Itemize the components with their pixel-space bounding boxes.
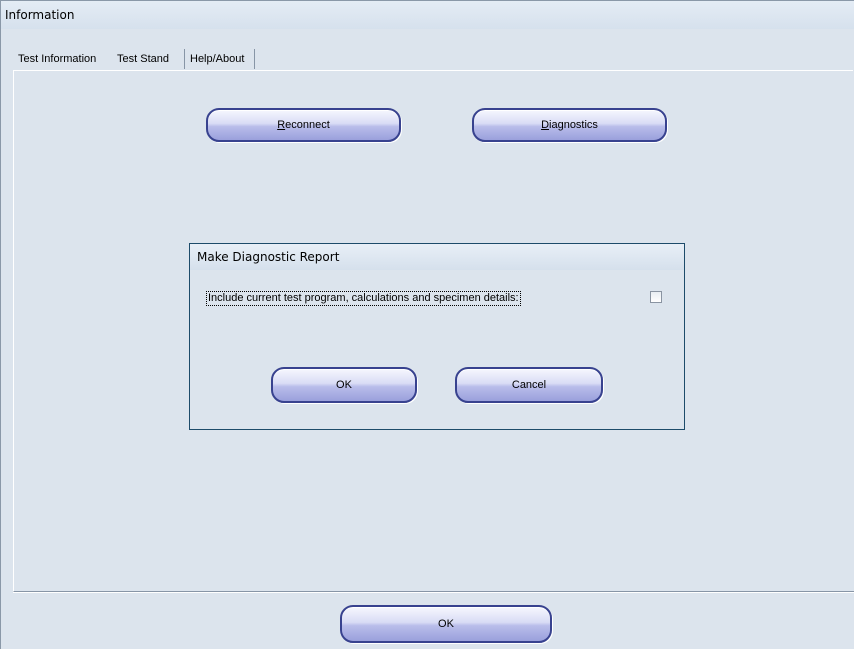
tab-help-about[interactable]: Help/About [185, 49, 255, 69]
diagnostics-button[interactable]: Diagnostics [472, 108, 667, 142]
tab-test-information[interactable]: Test Information [13, 49, 112, 69]
reconnect-mnemonic: R [277, 119, 286, 131]
make-diagnostic-report-dialog: Make Diagnostic Report Include current t… [189, 243, 685, 430]
tab-test-stand[interactable]: Test Stand [112, 49, 185, 69]
window-title: Information [1, 1, 854, 29]
diagnostics-label: iagnostics [549, 119, 598, 131]
dialog-ok-button[interactable]: OK [271, 367, 417, 403]
reconnect-button[interactable]: Reconnect [206, 108, 401, 142]
footer-ok-button[interactable]: OK [340, 605, 552, 643]
reconnect-label: econnect [285, 119, 330, 131]
panel-divider [13, 592, 854, 593]
dialog-cancel-button[interactable]: Cancel [455, 367, 603, 403]
include-details-checkbox[interactable] [650, 291, 662, 303]
dialog-title: Make Diagnostic Report [190, 244, 684, 270]
include-details-label[interactable]: Include current test program, calculatio… [206, 291, 521, 306]
diagnostics-mnemonic: D [541, 119, 550, 131]
